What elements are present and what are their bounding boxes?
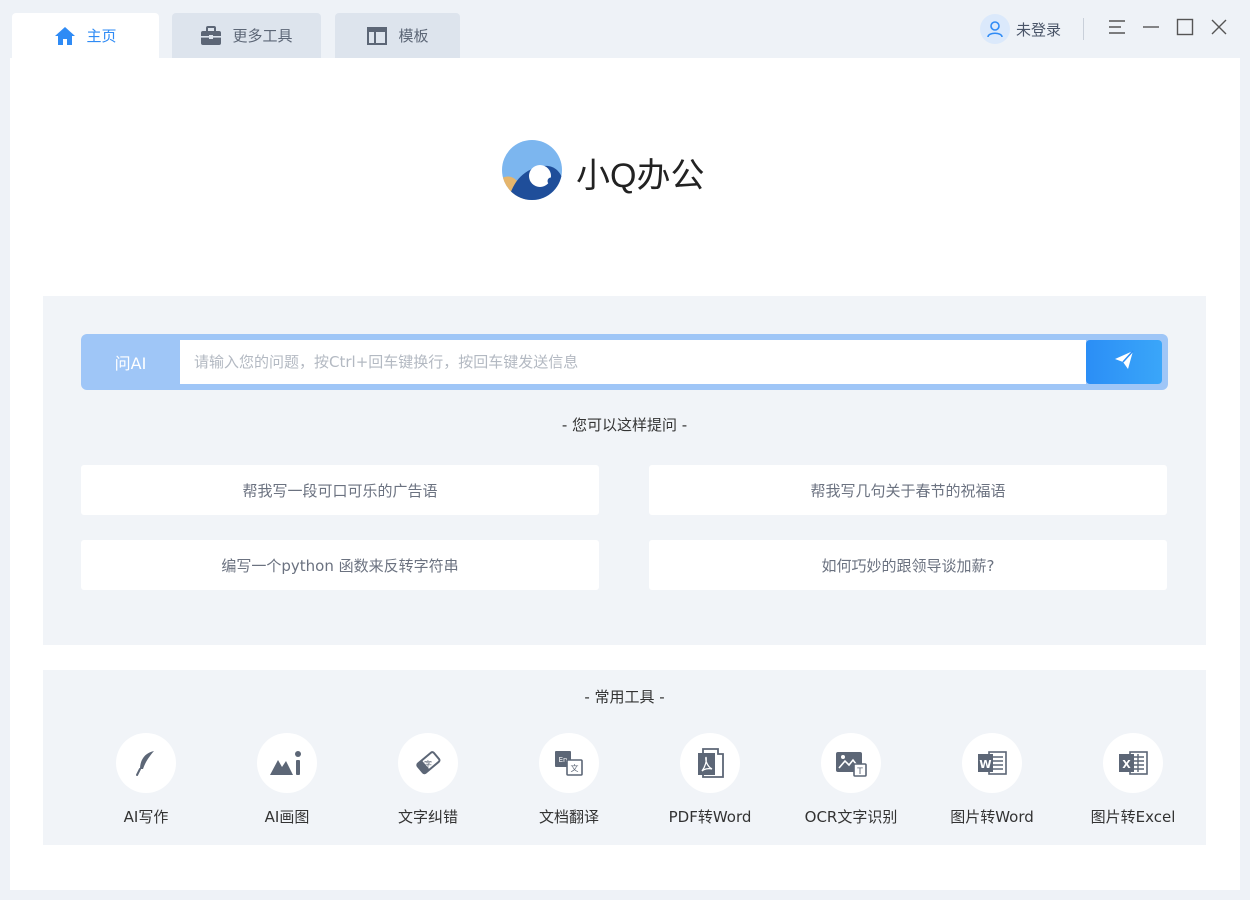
maximize-icon (1176, 18, 1194, 40)
svg-text:T: T (856, 767, 863, 777)
window-controls: 未登录 (979, 12, 1236, 46)
tab-home[interactable]: 主页 (12, 13, 159, 58)
suggestion-item[interactable]: 帮我写几句关于春节的祝福语 (649, 465, 1167, 515)
app-name: 小Q办公 (576, 156, 705, 195)
tool-label: 图片转Word (950, 808, 1034, 826)
tool-label: 文档翻译 (538, 808, 599, 826)
ask-ai-panel: 问AI - 您可以这样提问 - 帮我写一段可口可乐的广告语 帮我写几句关于春节的… (43, 296, 1206, 645)
minimize-button[interactable] (1134, 12, 1168, 46)
home-page: 小Q办公 问AI - 您可以这样提问 - 帮我写一段可口可乐的广告语 帮我写几句… (10, 58, 1240, 890)
tool-label: OCR文字识别 (804, 808, 898, 826)
login-button[interactable]: 未登录 (979, 14, 1061, 44)
suggestion-item[interactable]: 帮我写一段可口可乐的广告语 (81, 465, 599, 515)
close-icon (1210, 18, 1228, 40)
title-bar: 主页 更多工具 模板 未登录 (0, 0, 1250, 58)
tool-image-to-excel[interactable]: X 图片转Excel (1073, 733, 1193, 827)
ask-ai-bar: 问AI (81, 334, 1168, 390)
tab-label: 模板 (398, 27, 429, 45)
ocr-icon: T (821, 733, 881, 793)
pdf-icon (680, 733, 740, 793)
user-icon (979, 14, 1010, 44)
template-icon (366, 26, 388, 46)
ask-ai-input[interactable] (180, 340, 1086, 384)
maximize-button[interactable] (1168, 12, 1202, 46)
svg-text:文: 文 (571, 763, 579, 773)
svg-text:字: 字 (424, 759, 432, 769)
tool-label: AI写作 (123, 808, 169, 826)
minimize-icon (1142, 19, 1160, 39)
tool-text-correction[interactable]: 字 文字纠错 (368, 733, 488, 827)
eraser-icon: 字 (398, 733, 458, 793)
feather-pen-icon (116, 733, 176, 793)
tool-ocr[interactable]: T OCR文字识别 (791, 733, 911, 827)
tool-label: PDF转Word (668, 808, 752, 826)
send-button[interactable] (1086, 340, 1162, 384)
tab-label: 更多工具 (232, 27, 293, 45)
tool-ai-writing[interactable]: AI写作 (86, 733, 206, 827)
tool-ai-drawing[interactable]: AI画图 (227, 733, 347, 827)
menu-icon (1108, 19, 1126, 39)
translate-icon: En 文 (539, 733, 599, 793)
suggestions-title: - 您可以这样提问 - (561, 416, 688, 434)
tool-label: 文字纠错 (397, 808, 458, 826)
brand-logo: 小Q办公 (500, 140, 704, 204)
tool-label: 图片转Excel (1090, 808, 1176, 826)
common-tools-panel: - 常用工具 - AI写作 AI画图 字 文字纠错 En 文 文档翻译 PDF转… (43, 670, 1206, 845)
tab-templates[interactable]: 模板 (335, 13, 460, 58)
suggestion-item[interactable]: 编写一个python 函数来反转字符串 (81, 540, 599, 590)
close-button[interactable] (1202, 12, 1236, 46)
tool-image-to-word[interactable]: W 图片转Word (932, 733, 1052, 827)
briefcase-icon (200, 25, 222, 46)
home-icon (54, 26, 76, 46)
excel-icon: X (1103, 733, 1163, 793)
svg-text:En: En (559, 756, 568, 764)
tool-label: AI画图 (264, 808, 310, 826)
suggestion-item[interactable]: 如何巧妙的跟领导谈加薪? (649, 540, 1167, 590)
ai-image-icon (257, 733, 317, 793)
tab-label: 主页 (86, 27, 117, 45)
send-icon (1113, 350, 1135, 374)
divider (1083, 18, 1084, 40)
tool-pdf-to-word[interactable]: PDF转Word (650, 733, 770, 827)
svg-text:W: W (979, 758, 991, 771)
app-logo-icon (500, 138, 564, 206)
tools-title: - 常用工具 - (584, 688, 665, 706)
tool-doc-translate[interactable]: En 文 文档翻译 (509, 733, 629, 827)
ask-ai-label: 问AI (114, 354, 147, 373)
login-label: 未登录 (1015, 20, 1061, 39)
tab-more-tools[interactable]: 更多工具 (172, 13, 321, 58)
menu-button[interactable] (1100, 12, 1134, 46)
word-icon: W (962, 733, 1022, 793)
svg-text:X: X (1122, 758, 1131, 771)
